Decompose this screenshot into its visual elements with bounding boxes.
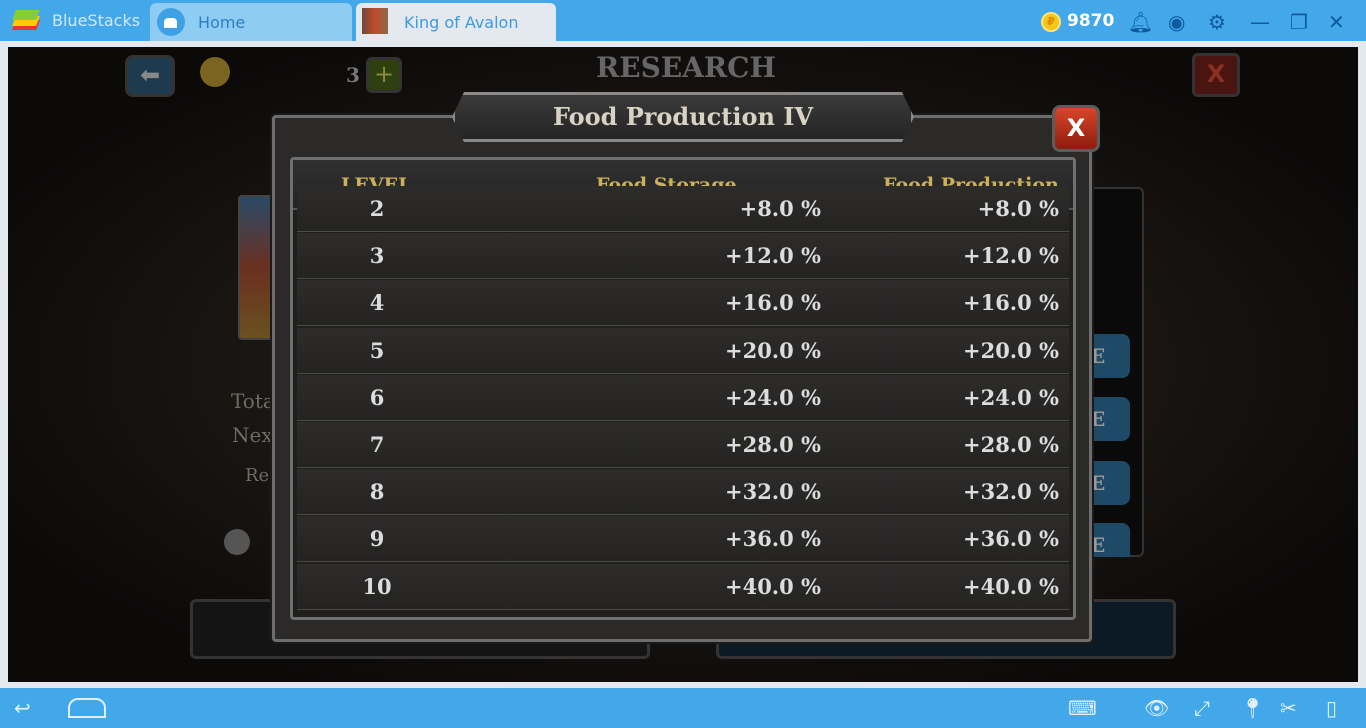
food-production-cell: +20.0 % (962, 337, 1059, 363)
research-title: RESEARCH (596, 51, 776, 84)
level-table[interactable]: LEVEL Food Storage Food Production 2 +8.0… (290, 157, 1076, 620)
level-cell: 2 (369, 196, 385, 221)
back-icon[interactable]: ↩ (14, 696, 31, 720)
game-icon (362, 8, 388, 34)
coin-icon: ₽ (1041, 12, 1061, 32)
level-cell: 6 (369, 384, 385, 410)
food-production-cell: +28.0 % (962, 432, 1059, 457)
food-production-cell: +16.0 % (962, 290, 1059, 316)
food-storage-cell: +8.0 % (739, 196, 821, 221)
side-button[interactable]: E (1090, 523, 1130, 557)
stopwatch-icon (224, 529, 250, 555)
level-cell: 4 (369, 290, 385, 316)
food-storage-cell: +12.0 % (724, 243, 821, 269)
bell-icon[interactable]: 🔔︎ (1128, 10, 1153, 34)
food-production-cell: +36.0 % (962, 526, 1059, 552)
tab-home[interactable]: Home (150, 3, 352, 41)
home-icon[interactable] (68, 698, 106, 718)
close-window-icon[interactable]: ✕ (1328, 10, 1345, 34)
research-label: Re (245, 465, 270, 486)
title-bar: BlueStacks Home King of Avalon ₽ 9870 🔔︎… (0, 0, 1366, 41)
modal-close-button[interactable]: X (1052, 105, 1100, 152)
food-production-cell: +8.0 % (977, 196, 1059, 221)
home-icon (157, 8, 185, 36)
food-production-cell: +32.0 % (962, 479, 1059, 505)
eye-icon[interactable]: 👁︎ (1144, 696, 1169, 720)
account-icon[interactable]: ◉ (1168, 10, 1185, 34)
bottom-toolbar: ↩ ⌨ 👁︎ ⤢ 📍︎ ✂ ▯ (0, 688, 1366, 728)
minimize-icon[interactable]: — (1250, 10, 1270, 34)
side-button[interactable]: E (1090, 397, 1130, 441)
food-storage-cell: +16.0 % (724, 290, 821, 316)
level-cell: 10 (362, 573, 392, 599)
level-cell: 7 (369, 432, 385, 457)
restore-icon[interactable]: ❐ (1290, 10, 1308, 34)
level-cell: 3 (369, 243, 385, 269)
food-storage-cell: +24.0 % (724, 384, 821, 410)
gear-icon[interactable]: ⚙ (1208, 10, 1226, 34)
food-production-cell: +24.0 % (962, 384, 1059, 410)
level-cell: 9 (369, 526, 385, 552)
gold-count: 3 (346, 63, 360, 87)
scissors-icon[interactable]: ✂ (1280, 696, 1297, 720)
table-row: 10 +40.0 % +40.0 % (297, 563, 1069, 610)
food-production-cell: +40.0 % (962, 573, 1059, 599)
table-row: 6 +24.0 % +24.0 % (297, 374, 1069, 421)
food-storage-cell: +28.0 % (724, 432, 821, 457)
table-row: 7 +28.0 % +28.0 % (297, 422, 1069, 468)
location-icon[interactable]: 📍︎ (1240, 696, 1265, 720)
level-cell: 5 (369, 337, 385, 363)
tab-king-of-avalon[interactable]: King of Avalon (356, 3, 556, 41)
next-label: Nex (232, 423, 273, 447)
food-production-cell: +12.0 % (962, 243, 1059, 269)
food-storage-cell: +32.0 % (724, 479, 821, 505)
gold-coins-icon (200, 57, 230, 87)
brand-name: BlueStacks (52, 11, 141, 30)
food-storage-cell: +20.0 % (724, 337, 821, 363)
food-storage-cell: +40.0 % (724, 573, 821, 599)
keyboard-icon[interactable]: ⌨ (1068, 696, 1097, 720)
modal-title: Food Production IV (452, 92, 914, 142)
table-row: 5 +20.0 % +20.0 % (297, 327, 1069, 374)
add-gold-button[interactable]: + (366, 57, 402, 93)
rotate-device-icon[interactable]: ▯ (1326, 696, 1337, 720)
table-row: 8 +32.0 % +32.0 % (297, 469, 1069, 516)
back-button[interactable]: ⬅ (125, 55, 175, 97)
table-row: 4 +16.0 % +16.0 % (297, 280, 1069, 327)
food-storage-cell: +36.0 % (724, 526, 821, 552)
side-button[interactable]: E (1090, 334, 1130, 378)
fullscreen-icon[interactable]: ⤢ (1194, 696, 1210, 720)
side-button[interactable]: E (1090, 461, 1130, 505)
level-cell: 8 (369, 479, 385, 505)
table-row: 2 +8.0 % +8.0 % (297, 186, 1069, 232)
bluestacks-logo (12, 8, 42, 34)
research-close-button[interactable]: X (1192, 53, 1240, 97)
coin-count: 9870 (1067, 11, 1115, 31)
table-row: 9 +36.0 % +36.0 % (297, 516, 1069, 563)
table-row: 3 +12.0 % +12.0 % (297, 233, 1069, 280)
side-panel: E E E E (1088, 187, 1144, 557)
total-label: Tota (231, 389, 275, 413)
